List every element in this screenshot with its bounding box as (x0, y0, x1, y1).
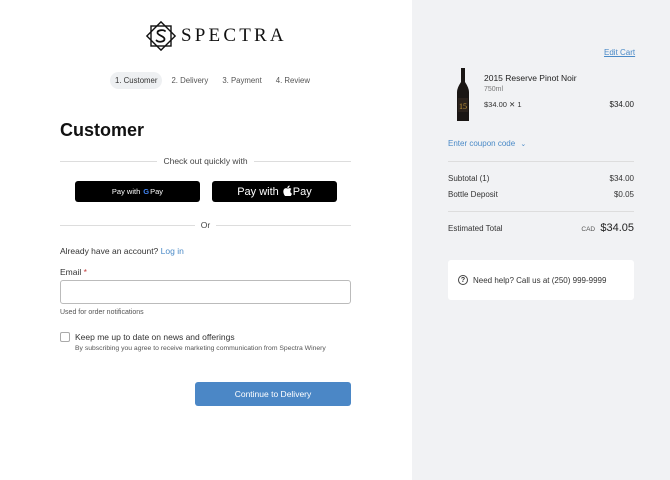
product-qty: $34.00 ✕ 1 (484, 100, 522, 109)
newsletter-label[interactable]: Keep me up to date on news and offerings (75, 332, 235, 342)
continue-to-delivery-button[interactable]: Continue to Delivery (195, 382, 351, 406)
newsletter-subtext: By subscribing you agree to receive mark… (75, 345, 326, 352)
required-mark: * (83, 267, 87, 277)
product-price: $34.00 (609, 100, 634, 109)
brand-name: SPECTRA (181, 25, 287, 46)
total-row: Estimated Total CAD $34.05 (448, 222, 634, 234)
coupon-toggle[interactable]: Enter coupon code ⌄ (448, 139, 526, 148)
step-payment[interactable]: 3. Payment (217, 72, 266, 89)
order-summary-panel (412, 0, 670, 480)
divider-line (216, 224, 352, 226)
newsletter-checkbox[interactable] (60, 332, 70, 342)
subtotal-value: $34.00 (609, 174, 634, 183)
help-text: Need help? Call us at (250) 999-9999 (473, 275, 607, 285)
login-link[interactable]: Log in (161, 246, 184, 256)
account-prompt-text: Already have an account? (60, 246, 159, 256)
deposit-row: Bottle Deposit $0.05 (448, 190, 634, 199)
email-field[interactable] (60, 280, 351, 304)
checkout-main: SPECTRA 1. Customer 2. Delivery 3. Payme… (0, 0, 412, 480)
quick-checkout-divider: Check out quickly with (60, 156, 351, 166)
help-box: ? Need help? Call us at (250) 999-9999 (448, 260, 634, 300)
divider-line (60, 224, 195, 226)
summary-divider (448, 211, 634, 212)
step-delivery[interactable]: 2. Delivery (166, 72, 213, 89)
divider-line (60, 160, 158, 162)
total-currency: CAD (581, 226, 596, 233)
apple-logo-icon (283, 185, 292, 198)
svg-text:15: 15 (459, 102, 467, 111)
chevron-down-icon: ⌄ (520, 141, 527, 148)
total-value: CAD $34.05 (581, 222, 634, 234)
subtotal-row: Subtotal (1) $34.00 (448, 174, 634, 183)
coupon-label: Enter coupon code (448, 139, 516, 148)
deposit-label: Bottle Deposit (448, 190, 498, 199)
email-label: Email * (60, 267, 87, 277)
edit-cart-link[interactable]: Edit Cart (604, 48, 635, 57)
or-divider: Or (60, 220, 352, 230)
wine-bottle-image: 15 (457, 68, 469, 121)
product-size: 750ml (484, 86, 504, 93)
brand-logo[interactable]: SPECTRA (145, 20, 287, 52)
apple-pay-button[interactable]: Pay with Pay (212, 181, 337, 202)
page-title: Customer (60, 120, 145, 140)
gpay-prefix: Pay with (111, 187, 141, 196)
account-prompt: Already have an account? Log in (60, 246, 184, 256)
checkout-steps: 1. Customer 2. Delivery 3. Payment 4. Re… (110, 72, 315, 89)
product-name: 2015 Reserve Pinot Noir (484, 73, 577, 83)
step-customer[interactable]: 1. Customer (110, 72, 163, 89)
google-pay-button[interactable]: Pay with G Pay (75, 181, 200, 202)
gpay-suffix: Pay (150, 187, 164, 196)
apay-prefix: Pay with (237, 185, 279, 198)
or-label: Or (200, 220, 211, 230)
summary-divider (448, 161, 634, 162)
email-help-text: Used for order notifications (60, 309, 144, 316)
google-g-icon: G (143, 187, 150, 196)
help-question-icon: ? (458, 275, 468, 285)
spectra-logo-icon (145, 20, 177, 52)
divider-line (253, 160, 351, 162)
total-label: Estimated Total (448, 224, 503, 233)
total-amount: $34.05 (600, 222, 634, 234)
subtotal-label: Subtotal (1) (448, 174, 490, 183)
deposit-value: $0.05 (613, 190, 634, 199)
apay-suffix: Pay (292, 185, 312, 198)
quick-checkout-label: Check out quickly with (163, 156, 248, 166)
step-review[interactable]: 4. Review (271, 72, 315, 89)
